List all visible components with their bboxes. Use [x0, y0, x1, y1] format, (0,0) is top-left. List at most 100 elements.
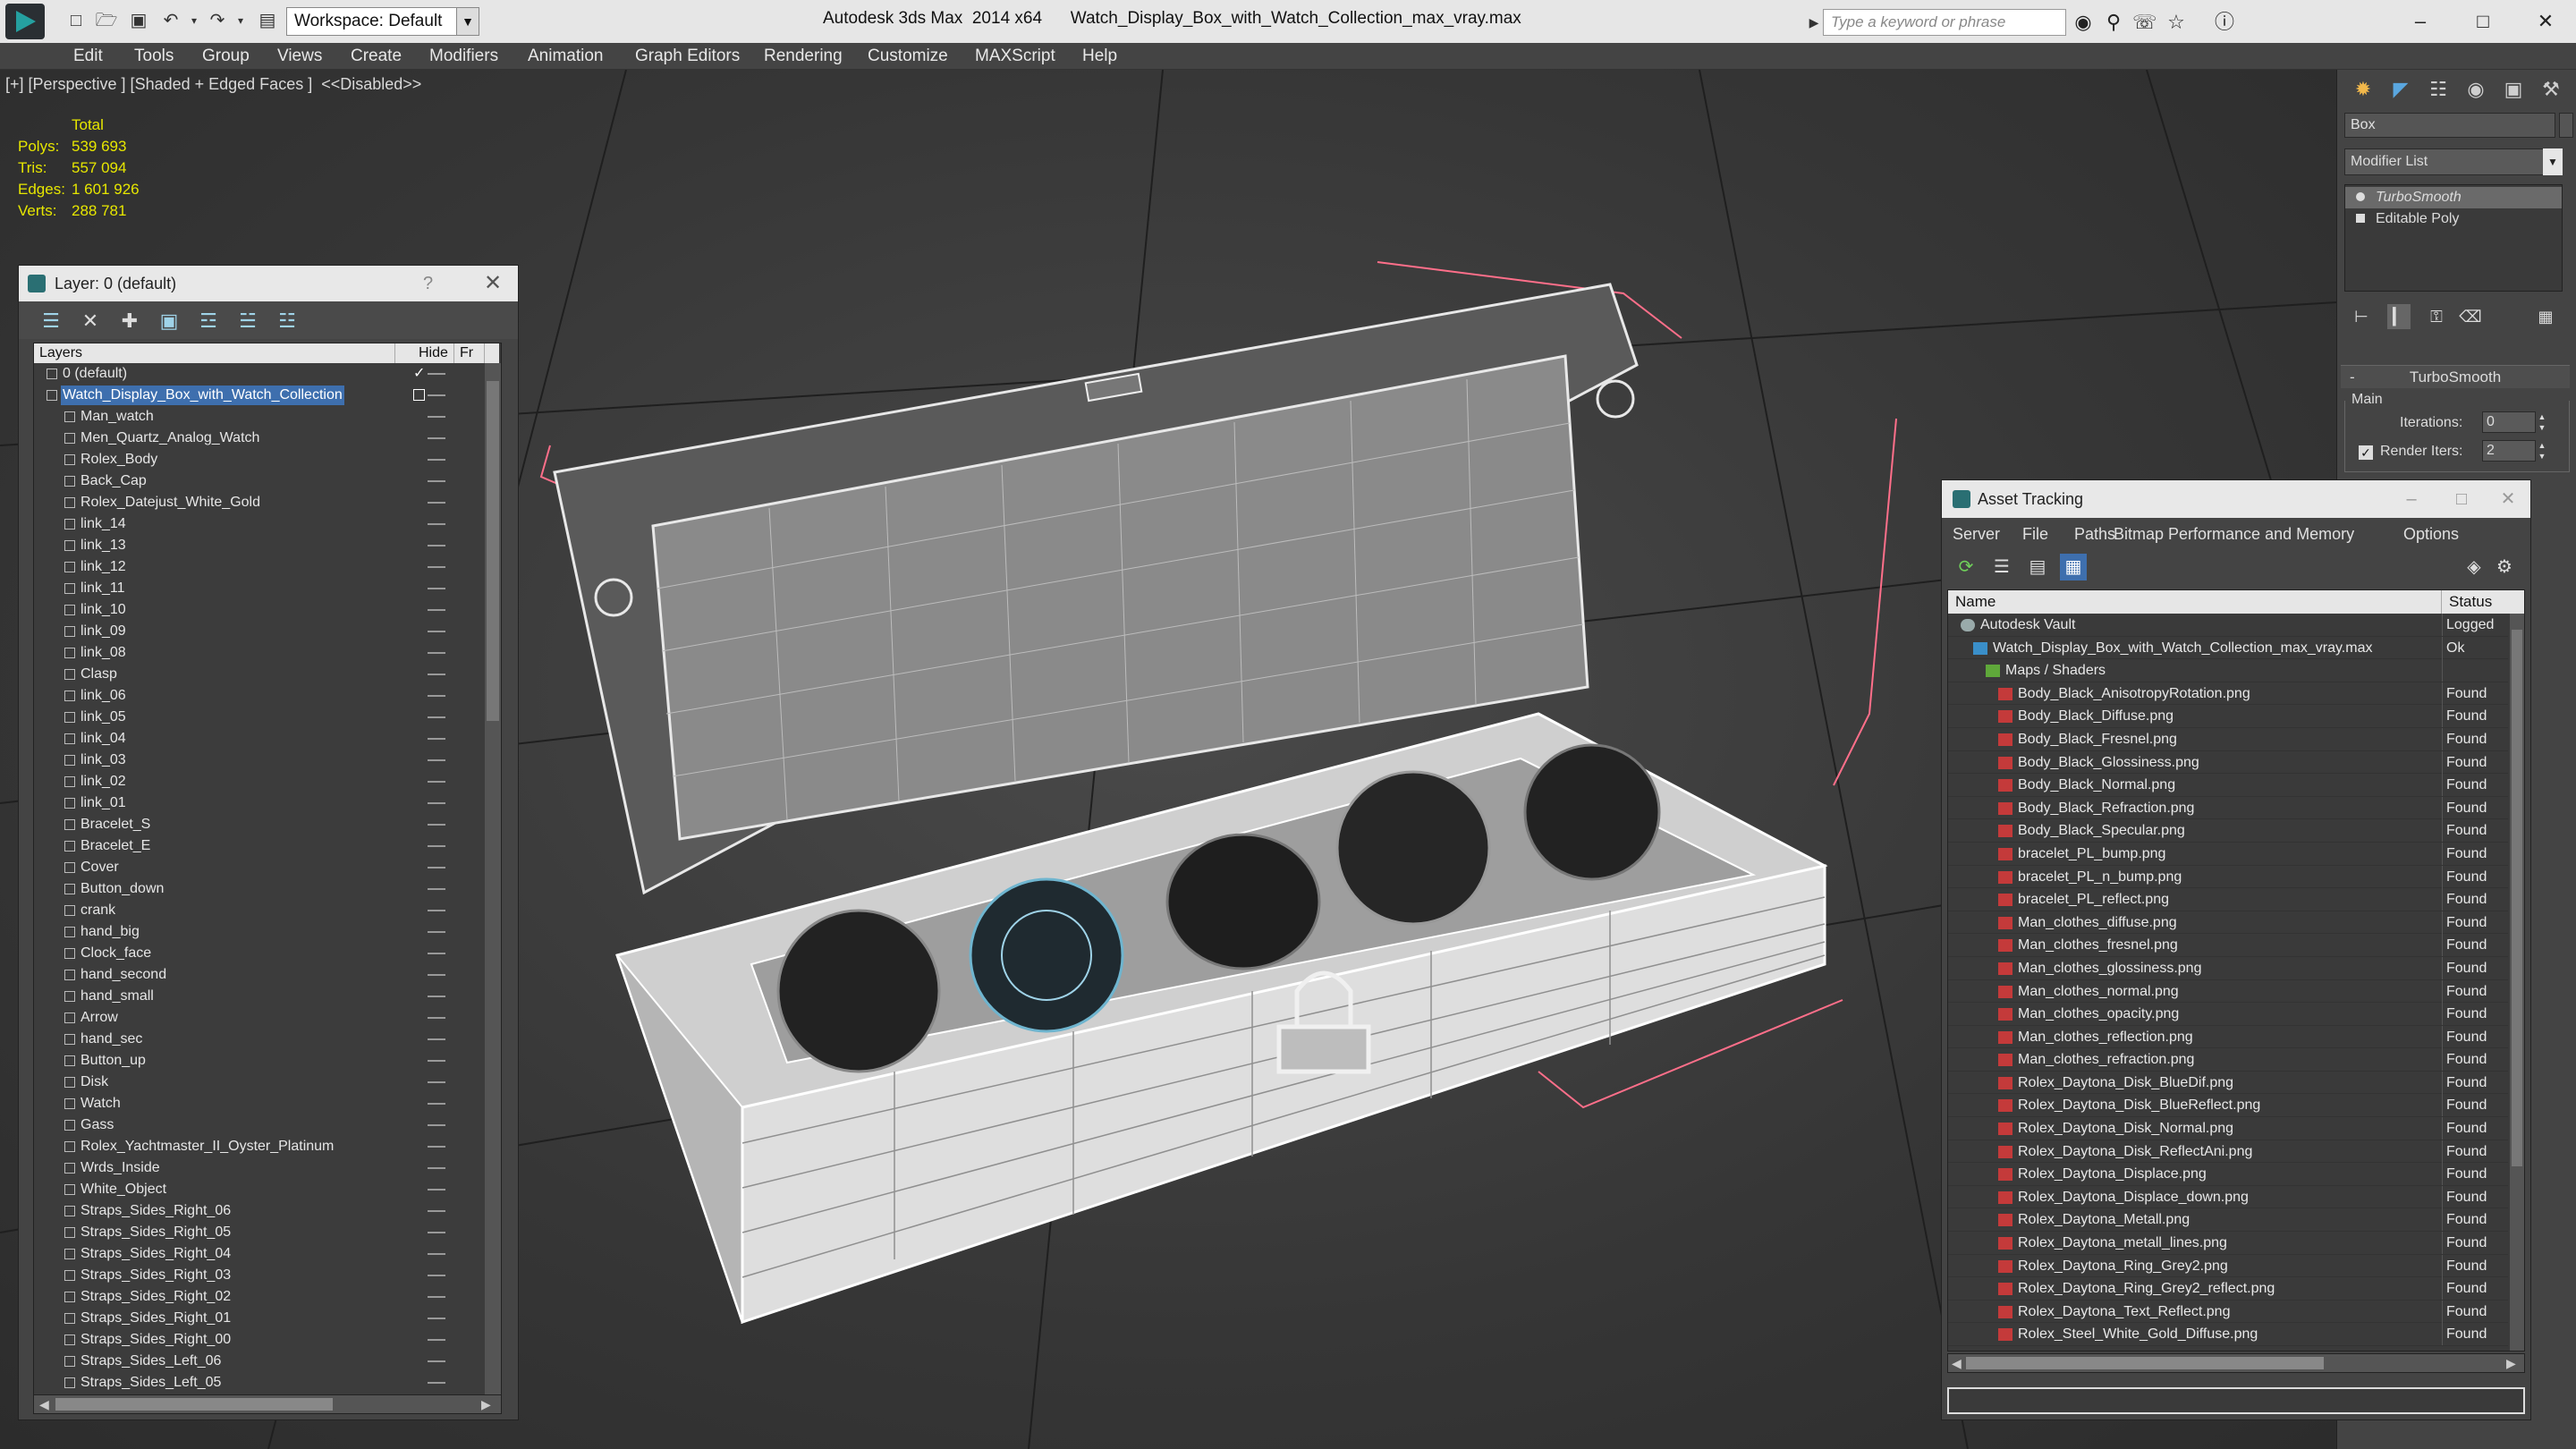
search-input[interactable]: Type a keyword or phrase: [1823, 9, 2066, 36]
layer-row[interactable]: Straps_Sides_Right_06: [34, 1200, 481, 1222]
menu-animation[interactable]: Animation: [528, 47, 604, 66]
menu-maxscript[interactable]: MAXScript: [975, 47, 1055, 66]
asset-row[interactable]: Rolex_Daytona_Disk_BlueDif.png Found: [1948, 1071, 2508, 1095]
asset-row[interactable]: Rolex_Daytona_Displace_down.png Found: [1948, 1185, 2508, 1209]
spinner-arrows-icon[interactable]: ▲ ▼: [2536, 440, 2548, 462]
hierarchy-tab-icon[interactable]: ☷: [2423, 75, 2453, 104]
hide-toggle[interactable]: [428, 1124, 445, 1126]
search-expand-icon[interactable]: ▶: [1805, 9, 1823, 36]
iterations-spinner[interactable]: 0: [2482, 411, 2536, 433]
close-icon[interactable]: ✕: [2519, 4, 2572, 39]
stack-item-turbosmooth[interactable]: TurboSmooth: [2345, 187, 2562, 208]
layer-row[interactable]: Back_Cap: [34, 470, 481, 492]
asset-row[interactable]: Body_Black_AnisotropyRotation.png Found: [1948, 682, 2508, 706]
menu-graph-editors[interactable]: Graph Editors: [635, 47, 740, 66]
hide-toggle[interactable]: [428, 1017, 445, 1019]
layer-row[interactable]: Straps_Sides_Right_01: [34, 1308, 481, 1329]
hide-toggle[interactable]: [428, 931, 445, 933]
layer-row[interactable]: Arrow: [34, 1007, 481, 1029]
asset-row[interactable]: Maps / Shaders: [1948, 659, 2508, 682]
menu-create[interactable]: Create: [351, 47, 402, 66]
asset-row[interactable]: Body_Black_Diffuse.png Found: [1948, 705, 2508, 728]
layer-row[interactable]: link_14: [34, 513, 481, 535]
layer-row[interactable]: link_02: [34, 771, 481, 792]
hide-toggle[interactable]: [428, 1339, 445, 1341]
menu-tools[interactable]: Tools: [134, 47, 174, 66]
layer-row[interactable]: Rolex_Body: [34, 449, 481, 470]
menu-group[interactable]: Group: [202, 47, 250, 66]
asset-row[interactable]: Rolex_Daytona_Ring_Grey2.png Found: [1948, 1254, 2508, 1278]
layer-row[interactable]: Straps_Sides_Left_06: [34, 1351, 481, 1372]
asset-row[interactable]: Rolex_Daytona_Disk_ReflectAni.png Found: [1948, 1140, 2508, 1164]
layer-row[interactable]: link_08: [34, 642, 481, 664]
expand-icon[interactable]: [2356, 214, 2365, 223]
lightbulb-icon[interactable]: [2356, 192, 2365, 201]
display-tab-icon[interactable]: ▣: [2498, 75, 2529, 104]
hide-toggle[interactable]: [428, 1103, 445, 1105]
hide-toggle[interactable]: [428, 1318, 445, 1319]
layer-list[interactable]: Layers Hide Fr 0 (default) ✓ Watch_Display…: [33, 343, 502, 1396]
hide-toggle[interactable]: [428, 588, 445, 589]
select-objects-icon[interactable]: ▣: [157, 309, 182, 334]
menu-edit[interactable]: Edit: [73, 47, 103, 66]
asset-row[interactable]: Man_clothes_opacity.png Found: [1948, 1003, 2508, 1026]
hide-toggle[interactable]: [428, 437, 445, 439]
hide-toggle[interactable]: [428, 609, 445, 611]
asset-row[interactable]: bracelet_PL_bump.png Found: [1948, 842, 2508, 866]
asset-path-field[interactable]: [1947, 1387, 2525, 1414]
hide-toggle[interactable]: [428, 802, 445, 804]
hide-toggle[interactable]: [428, 824, 445, 826]
menu-rendering[interactable]: Rendering: [764, 47, 843, 66]
new-file-icon[interactable]: □: [64, 9, 88, 32]
hide-toggle[interactable]: [428, 781, 445, 783]
redo-dropdown-icon[interactable]: ▾: [229, 9, 252, 32]
layer-row[interactable]: link_04: [34, 728, 481, 750]
object-name-field[interactable]: Box: [2344, 113, 2555, 138]
hide-toggle[interactable]: [428, 631, 445, 632]
utilities-tab-icon[interactable]: ⚒: [2536, 75, 2566, 104]
highlight-layer-icon[interactable]: ☲: [196, 309, 221, 334]
menu-file[interactable]: File: [2022, 525, 2048, 544]
hide-toggle[interactable]: [428, 416, 445, 418]
asset-row[interactable]: Body_Black_Refraction.png Found: [1948, 796, 2508, 820]
hide-toggle[interactable]: [428, 674, 445, 675]
configure-modifier-sets-icon[interactable]: ▦: [2534, 304, 2557, 329]
asset-row[interactable]: Man_clothes_refraction.png Found: [1948, 1048, 2508, 1072]
column-name[interactable]: Name: [1948, 590, 2442, 614]
menu-views[interactable]: Views: [277, 47, 322, 66]
layer-row[interactable]: link_12: [34, 556, 481, 578]
menu-options[interactable]: Options: [2403, 525, 2459, 544]
set-current-layer-box[interactable]: [413, 389, 425, 401]
layer-row[interactable]: Disk: [34, 1072, 481, 1093]
create-tab-icon[interactable]: ✹: [2348, 75, 2378, 104]
asset-row[interactable]: Rolex_Steel_White_Gold_Diffuse.png Found: [1948, 1323, 2508, 1346]
layer-row[interactable]: hand_sec: [34, 1029, 481, 1050]
menu-server[interactable]: Server: [1953, 525, 2000, 544]
stack-item-editable-poly[interactable]: Editable Poly: [2345, 208, 2562, 230]
delete-layer-icon[interactable]: ✕: [78, 309, 103, 334]
hide-toggle[interactable]: [428, 974, 445, 976]
hide-toggle[interactable]: [428, 1296, 445, 1298]
binoculars-icon[interactable]: ◉: [2072, 11, 2095, 34]
viewport-label[interactable]: [+] [Perspective ] [Shaded + Edged Faces…: [5, 75, 421, 94]
object-color-swatch[interactable]: [2559, 113, 2573, 138]
chevron-down-icon[interactable]: ▼: [2543, 148, 2563, 175]
hide-toggle[interactable]: [428, 759, 445, 761]
list-view-icon[interactable]: ☰: [1988, 554, 2015, 580]
scroll-left-icon[interactable]: ◀: [1952, 1356, 1962, 1371]
make-unique-icon[interactable]: ⚿: [2425, 304, 2448, 329]
asset-row[interactable]: Body_Black_Fresnel.png Found: [1948, 727, 2508, 751]
asset-row[interactable]: Body_Black_Glossiness.png Found: [1948, 750, 2508, 775]
layer-row[interactable]: link_10: [34, 599, 481, 621]
collapse-icon[interactable]: -: [2350, 366, 2355, 389]
hide-toggle[interactable]: [428, 652, 445, 654]
hide-toggle[interactable]: [428, 1382, 445, 1384]
hide-toggle[interactable]: [428, 1210, 445, 1212]
asset-row[interactable]: bracelet_PL_n_bump.png Found: [1948, 865, 2508, 889]
hide-toggle[interactable]: [428, 867, 445, 869]
layer-row[interactable]: Man_watch: [34, 406, 481, 428]
workspace-dropdown[interactable]: Workspace: Default: [286, 7, 479, 36]
render-iters-checkbox[interactable]: ✓: [2359, 445, 2373, 460]
hide-toggle[interactable]: [428, 1167, 445, 1169]
hide-toggle[interactable]: [428, 845, 445, 847]
